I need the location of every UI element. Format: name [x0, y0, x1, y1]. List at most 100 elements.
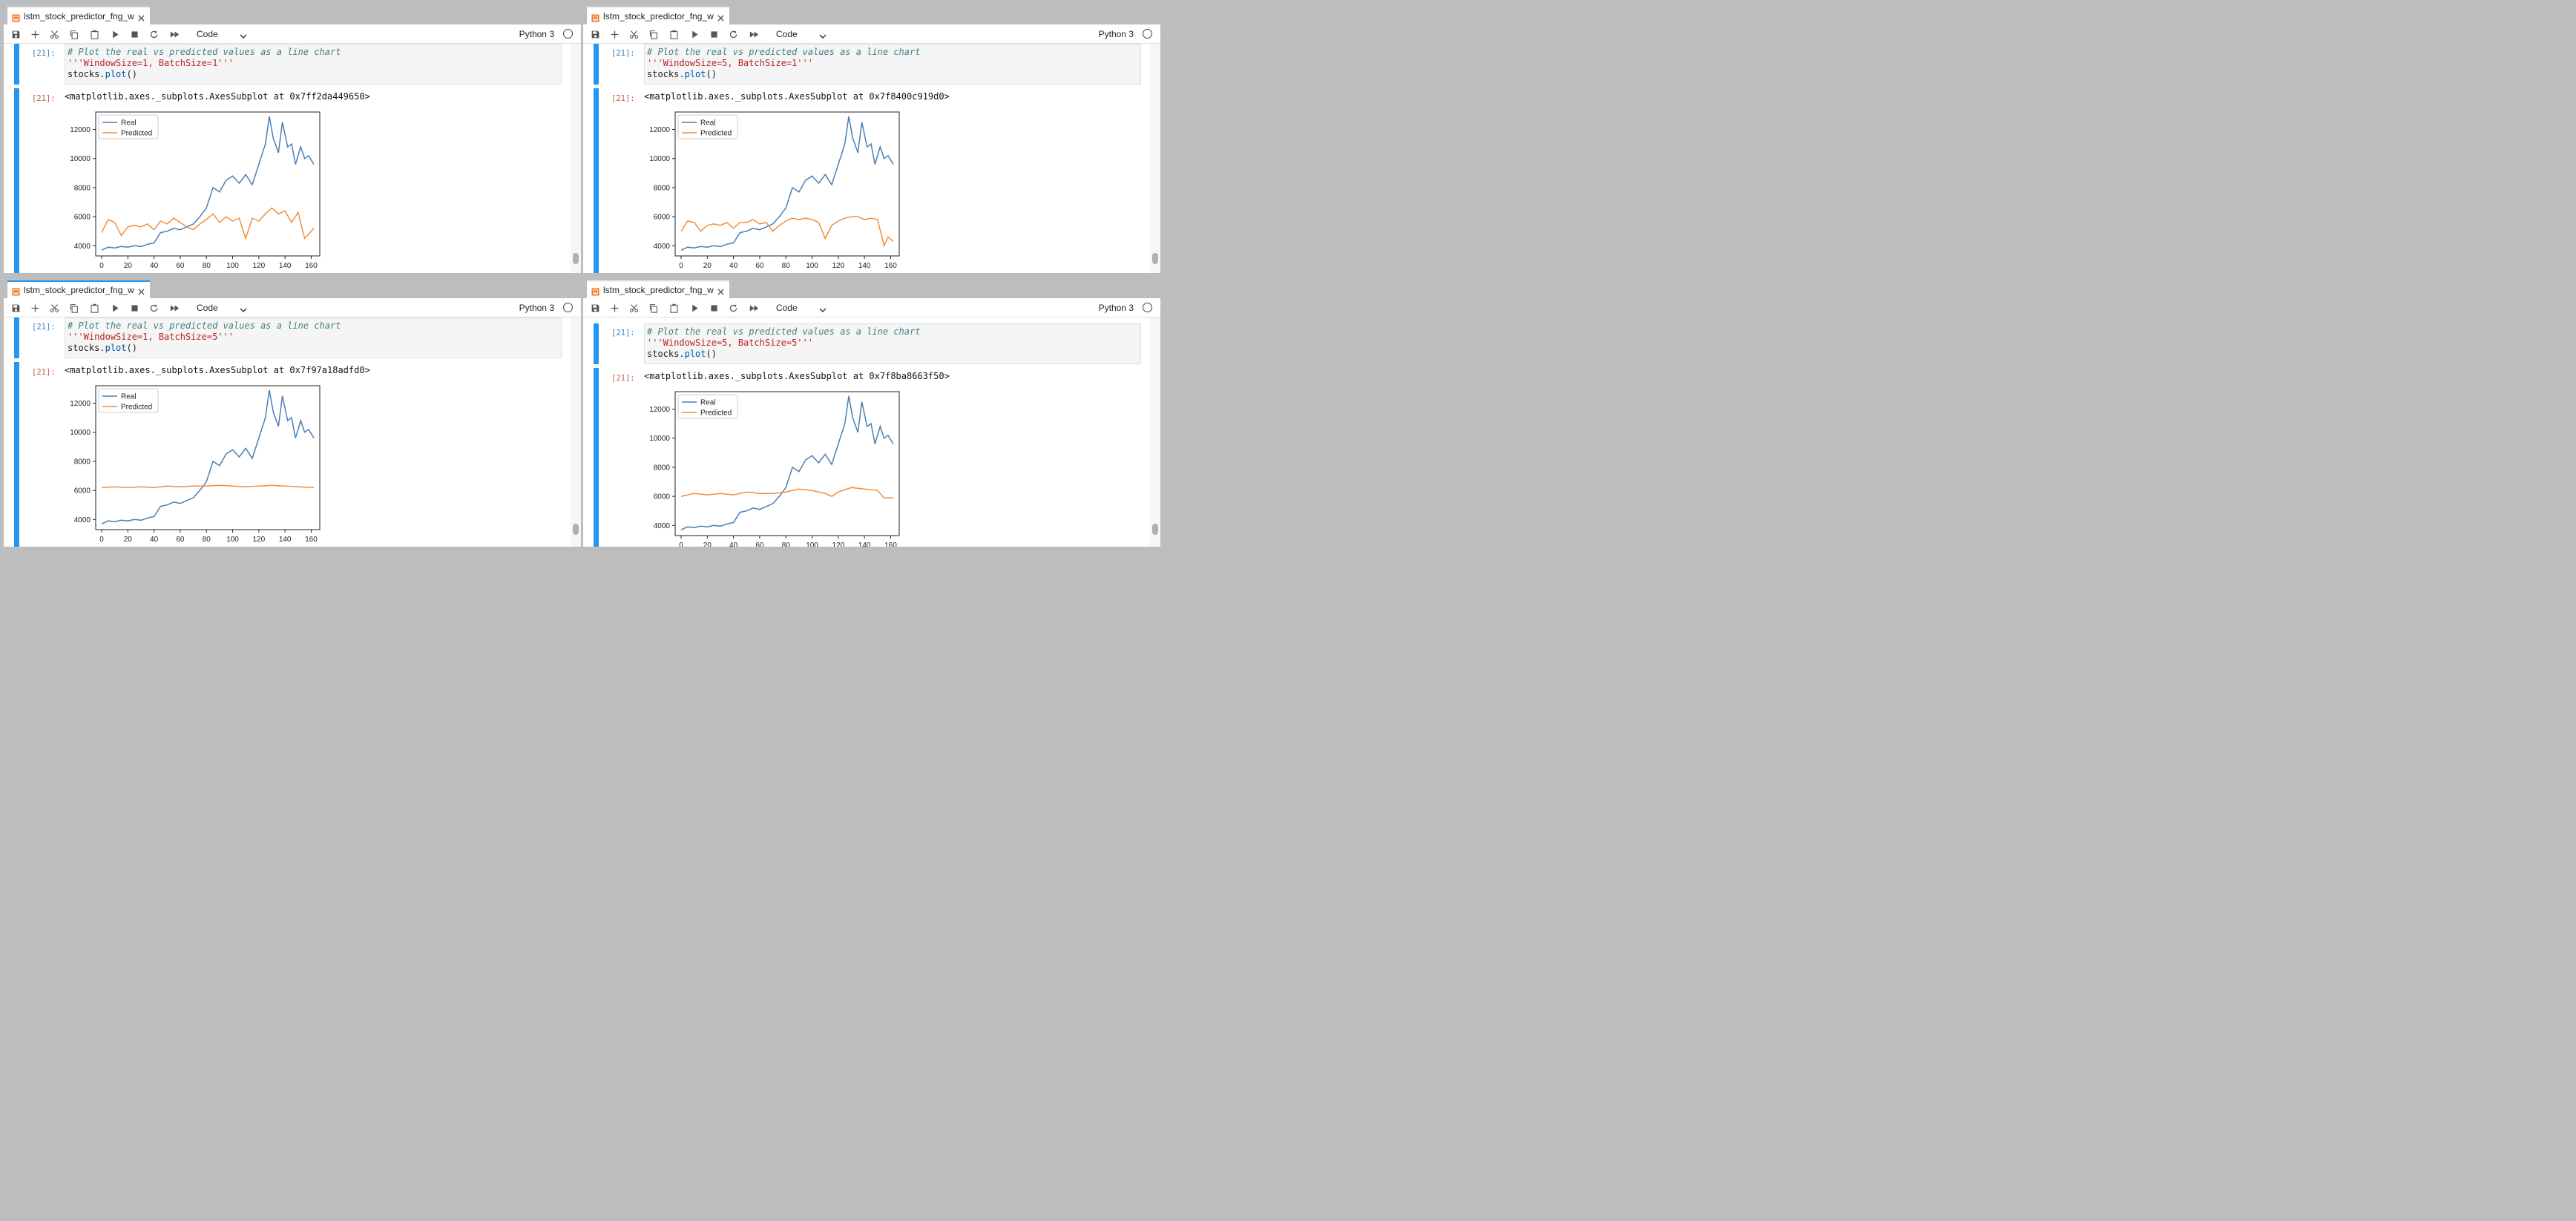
paste-icon[interactable] [88, 28, 100, 40]
cell-type-select[interactable]: Code [194, 300, 252, 316]
restart-icon[interactable] [148, 28, 160, 40]
close-icon[interactable] [717, 13, 725, 22]
stop-icon[interactable] [128, 302, 140, 314]
restart-icon[interactable] [727, 302, 739, 314]
notebook-icon [12, 286, 20, 296]
code-cell[interactable]: [21]: # Plot the real vs predicted values… [14, 317, 562, 358]
scroll-thumb[interactable] [1152, 524, 1158, 535]
save-icon[interactable] [10, 302, 22, 314]
chart-legend: Real Predicted [677, 394, 738, 419]
y-tick-label: 10000 [70, 155, 91, 163]
run-icon[interactable] [109, 28, 121, 40]
close-icon[interactable] [137, 13, 145, 22]
notebook-tab[interactable]: lstm_stock_predictor_fng_w [587, 280, 729, 298]
notebook-icon [12, 13, 20, 22]
kernel-name[interactable]: Python 3 [1099, 29, 1134, 39]
x-tick-label: 0 [679, 542, 683, 547]
scrollbar[interactable] [1150, 317, 1160, 547]
restart-icon[interactable] [727, 28, 739, 40]
code-editor[interactable]: # Plot the real vs predicted values as a… [644, 44, 1141, 85]
output-cell: [21]: <matplotlib.axes._subplots.AxesSubp… [594, 88, 1141, 273]
notebook-body[interactable]: [21]: # Plot the real vs predicted values… [4, 317, 581, 547]
scrollbar[interactable] [571, 44, 581, 273]
stop-icon[interactable] [128, 28, 140, 40]
paste-icon[interactable] [668, 302, 680, 314]
cell-type-select[interactable]: Code [773, 26, 831, 42]
cell-collapser[interactable] [594, 44, 599, 85]
paste-icon[interactable] [668, 28, 680, 40]
run-icon[interactable] [689, 302, 700, 314]
code-cell[interactable]: [21]: # Plot the real vs predicted values… [594, 323, 1141, 364]
close-icon[interactable] [717, 286, 725, 295]
fast-forward-icon[interactable] [168, 302, 180, 314]
code-line: # Plot the real vs predicted values as a… [647, 326, 1140, 338]
copy-icon[interactable] [647, 28, 659, 40]
add-icon[interactable] [608, 302, 620, 314]
cut-icon[interactable] [628, 302, 640, 314]
fast-forward-icon[interactable] [168, 28, 180, 40]
notebook-body[interactable]: [21]: # Plot the real vs predicted values… [583, 44, 1160, 273]
code-editor[interactable]: # Plot the real vs predicted values as a… [65, 317, 562, 358]
code-line: stocks.plot() [647, 69, 1140, 80]
scrollbar[interactable] [1150, 44, 1160, 273]
legend-label: Predicted [700, 409, 732, 418]
kernel-name[interactable]: Python 3 [519, 303, 554, 313]
notebook-tab[interactable]: lstm_stock_predictor_fng_w [587, 7, 729, 24]
cell-collapser[interactable] [14, 44, 19, 85]
cell-collapser[interactable] [594, 323, 599, 364]
copy-icon[interactable] [68, 302, 79, 314]
copy-icon[interactable] [647, 302, 659, 314]
code-editor[interactable]: # Plot the real vs predicted values as a… [65, 44, 562, 85]
scroll-thumb[interactable] [573, 253, 579, 264]
save-icon[interactable] [10, 28, 22, 40]
kernel-status-icon [1143, 303, 1152, 312]
output-collapser[interactable] [594, 88, 599, 273]
kernel-status-icon [563, 303, 573, 312]
code-editor[interactable]: # Plot the real vs predicted values as a… [644, 323, 1141, 364]
add-icon[interactable] [29, 28, 41, 40]
save-icon[interactable] [589, 302, 601, 314]
code-cell[interactable]: [21]: # Plot the real vs predicted values… [14, 44, 562, 85]
fast-forward-icon[interactable] [748, 28, 760, 40]
code-cell[interactable]: [21]: # Plot the real vs predicted values… [594, 44, 1141, 85]
cut-icon[interactable] [48, 28, 60, 40]
cell-type-select[interactable]: Code [773, 300, 831, 316]
notebook-body[interactable]: [21]: # Plot the real vs predicted values… [583, 317, 1160, 547]
notebook-panel: lstm_stock_predictor_fng_w Code Python 3 [2… [583, 277, 1160, 547]
output-collapser[interactable] [14, 362, 19, 547]
notebook-tab[interactable]: lstm_stock_predictor_fng_w [7, 7, 150, 24]
fast-forward-icon[interactable] [748, 302, 760, 314]
kernel-name[interactable]: Python 3 [519, 29, 554, 39]
x-tick-label: 160 [884, 542, 897, 547]
notebook-body[interactable]: [21]: # Plot the real vs predicted values… [4, 44, 581, 273]
paste-icon[interactable] [88, 302, 100, 314]
x-tick-label: 140 [858, 262, 871, 270]
add-icon[interactable] [608, 28, 620, 40]
scroll-thumb[interactable] [573, 524, 579, 535]
stop-icon[interactable] [708, 28, 720, 40]
stop-icon[interactable] [708, 302, 720, 314]
copy-icon[interactable] [68, 28, 79, 40]
x-tick-label: 40 [729, 542, 738, 547]
cell-collapser[interactable] [14, 317, 19, 358]
output-collapser[interactable] [14, 88, 19, 273]
x-tick-label: 40 [150, 262, 159, 270]
run-icon[interactable] [689, 28, 700, 40]
close-icon[interactable] [137, 286, 145, 295]
cell-type-select[interactable]: Code [194, 26, 252, 42]
output-prompt: [21]: [32, 94, 56, 103]
notebook-tab[interactable]: lstm_stock_predictor_fng_w [7, 280, 150, 298]
scroll-thumb[interactable] [1152, 253, 1158, 264]
save-icon[interactable] [589, 28, 601, 40]
run-icon[interactable] [109, 302, 121, 314]
output-prompt: [21]: [32, 368, 56, 377]
legend-label: Real [121, 119, 137, 128]
kernel-name[interactable]: Python 3 [1099, 303, 1134, 313]
code-line: '''WindowSize=5, BatchSize=5''' [647, 338, 1140, 349]
cut-icon[interactable] [48, 302, 60, 314]
restart-icon[interactable] [148, 302, 160, 314]
scrollbar[interactable] [571, 317, 581, 547]
output-collapser[interactable] [594, 368, 599, 547]
add-icon[interactable] [29, 302, 41, 314]
cut-icon[interactable] [628, 28, 640, 40]
